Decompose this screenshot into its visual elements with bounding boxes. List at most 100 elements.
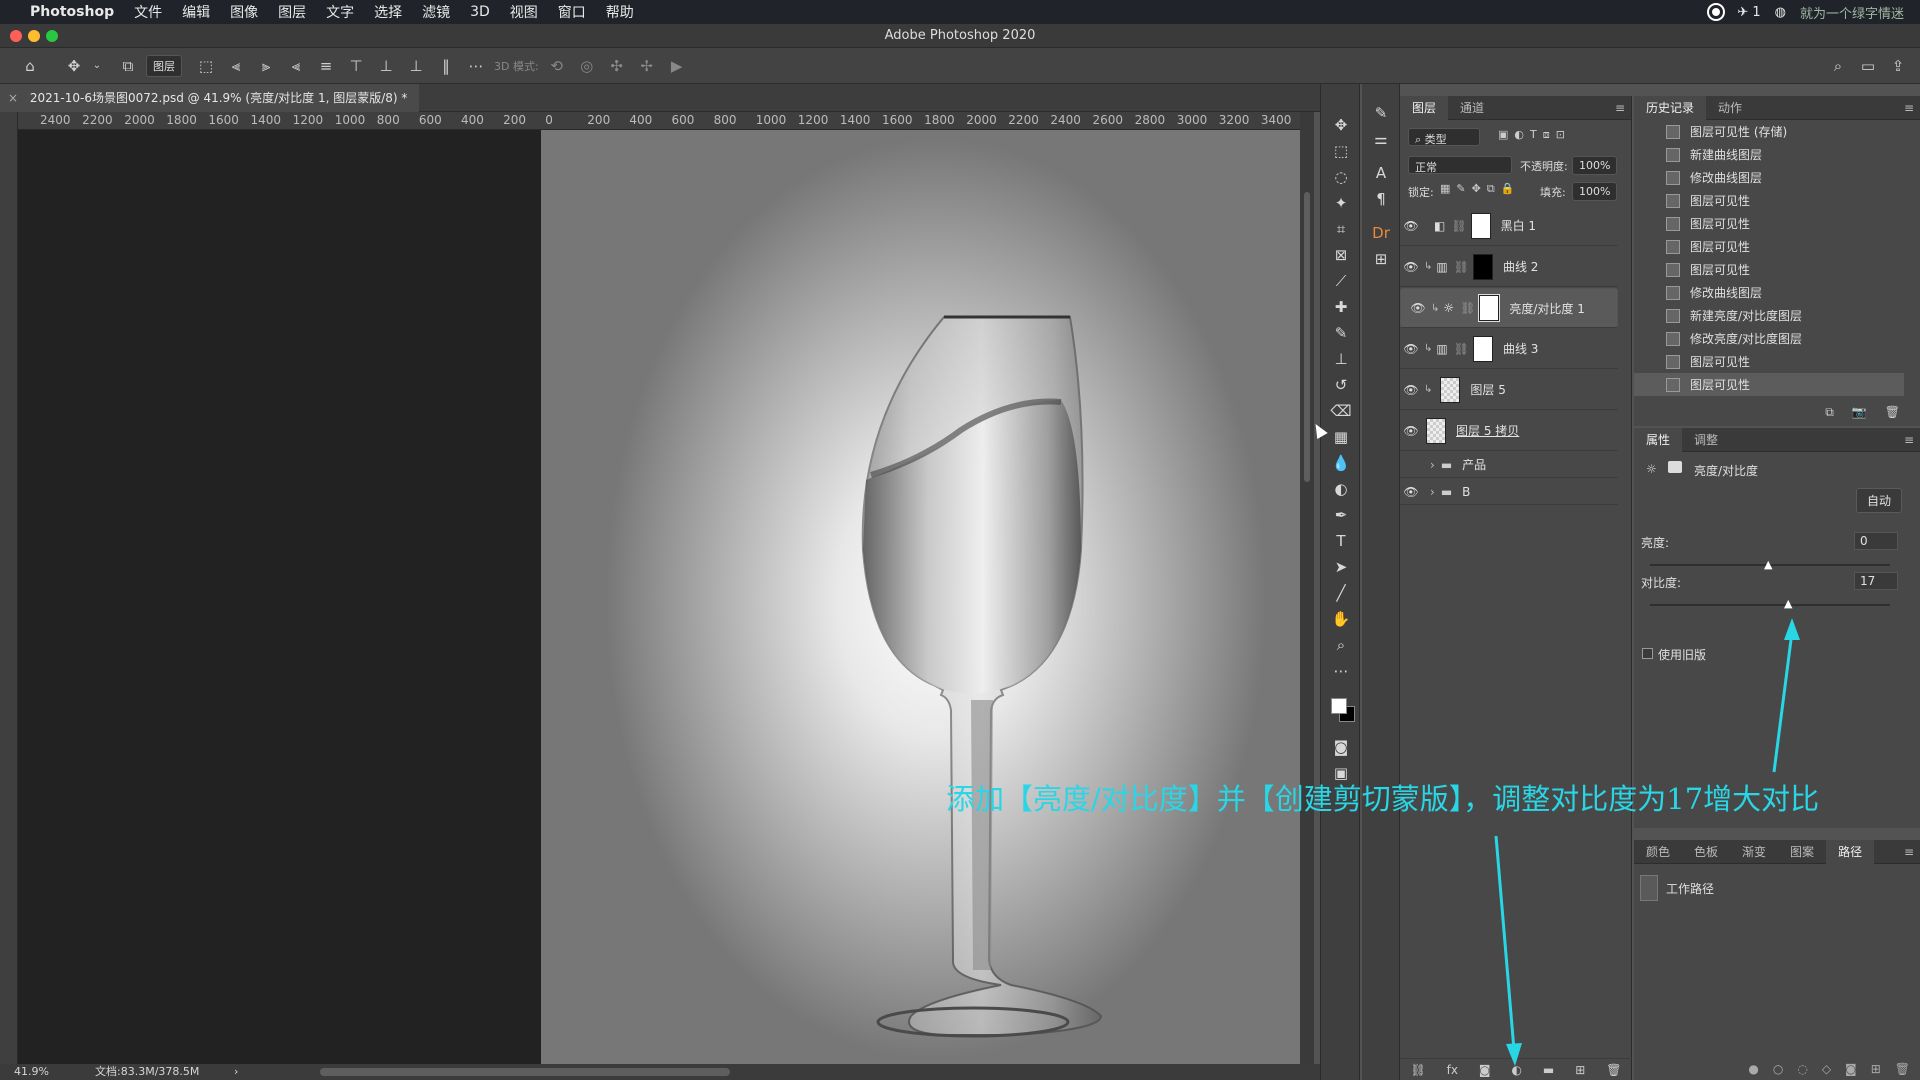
character-icon[interactable]: A (1362, 160, 1400, 186)
layer-mask-thumb[interactable] (1478, 294, 1501, 322)
layer-thumb[interactable] (1426, 417, 1446, 444)
menu-filter[interactable]: 滤镜 (412, 2, 460, 22)
expand-arrow-icon[interactable]: › (1430, 485, 1435, 499)
foreground-color-swatch[interactable] (1331, 698, 1347, 714)
panel-menu-icon[interactable]: ≡ (1904, 101, 1914, 115)
align-right-icon[interactable]: ⫷ (284, 54, 308, 78)
menu-edit[interactable]: 编辑 (172, 2, 220, 22)
libraries-icon[interactable]: ⊞ (1362, 246, 1400, 272)
group-row[interactable]: 👁 › ▬ B (1400, 479, 1618, 505)
blur-tool[interactable]: 💧 (1321, 450, 1361, 476)
brush-presets-icon[interactable]: ⚌ (1362, 126, 1400, 152)
menu-image[interactable]: 图像 (220, 2, 268, 22)
share-icon[interactable]: ⇪ (1886, 54, 1910, 78)
brush-tool[interactable]: ✎ (1321, 320, 1361, 346)
menu-select[interactable]: 选择 (364, 2, 412, 22)
menu-help[interactable]: 帮助 (596, 2, 644, 22)
plugin-icon[interactable]: Dr (1362, 220, 1400, 246)
align-middle-icon[interactable]: ⊥ (374, 54, 398, 78)
opacity-input[interactable]: 100% (1572, 156, 1618, 175)
tab-layers[interactable]: 图层 (1400, 95, 1449, 120)
legacy-checkbox[interactable] (1642, 648, 1653, 659)
status-menu-arrow[interactable]: › (234, 1064, 238, 1080)
eye-icon[interactable]: 👁 (1400, 342, 1422, 356)
vertical-scrollbar[interactable] (1300, 112, 1314, 1068)
zoom-tool[interactable]: ⌕ (1321, 632, 1361, 658)
mask-icon[interactable] (1668, 461, 1682, 473)
quick-mask-icon[interactable]: ◙ (1321, 734, 1361, 760)
hand-tool[interactable]: ✋ (1321, 606, 1361, 632)
fill-path-icon[interactable]: ● (1748, 1062, 1758, 1076)
contrast-slider-track[interactable] (1650, 604, 1890, 606)
tab-gradients[interactable]: 渐变 (1730, 840, 1778, 864)
tab-color[interactable]: 颜色 (1634, 840, 1682, 864)
distribute-icon[interactable]: ≡ (314, 54, 338, 78)
drag-3d-icon[interactable]: ✣ (605, 54, 629, 78)
type-tool[interactable]: T (1321, 528, 1361, 554)
auto-select-icon[interactable]: ⧉ (116, 54, 140, 78)
history-item[interactable]: 图层可见性 (存储) (1634, 120, 1904, 143)
new-document-from-state-icon[interactable]: ⧉ (1825, 405, 1834, 420)
make-work-path-icon[interactable]: ◇ (1822, 1062, 1831, 1076)
align-top-icon[interactable]: ⊤ (344, 54, 368, 78)
horizontal-scrollbar[interactable] (320, 1068, 730, 1076)
align-bottom-icon[interactable]: ⊥ (404, 54, 428, 78)
roll-3d-icon[interactable]: ◎ (575, 54, 599, 78)
layer-row[interactable]: 👁 ↳ 图层 5 (1400, 370, 1618, 410)
more-options-icon[interactable]: ⋯ (464, 54, 488, 78)
blend-mode-dropdown[interactable]: 正常 (1408, 156, 1512, 174)
tab-adjustments[interactable]: 调整 (1682, 428, 1730, 452)
delete-path-icon[interactable]: 🗑 (1895, 1062, 1910, 1076)
history-item[interactable]: 图层可见性 (1634, 235, 1904, 258)
eye-icon[interactable]: 👁 (1400, 424, 1422, 438)
lasso-tool[interactable]: ◌ (1321, 164, 1361, 190)
tab-history[interactable]: 历史记录 (1634, 95, 1707, 120)
frame-tool[interactable]: ⊠ (1321, 242, 1361, 268)
tab-channels[interactable]: 通道 (1448, 96, 1496, 120)
close-tab-icon[interactable]: × (8, 91, 18, 105)
menu-file[interactable]: 文件 (124, 2, 172, 22)
workspace-icon[interactable]: ▭ (1856, 54, 1880, 78)
history-item[interactable]: 修改亮度/对比度图层 (1634, 327, 1904, 350)
layer-row-selected[interactable]: 👁 ↳ ☼ ⛓ 亮度/对比度 1 (1400, 288, 1618, 328)
history-item[interactable]: 新建亮度/对比度图层 (1634, 304, 1904, 327)
brightness-slider-thumb[interactable]: ▲ (1764, 558, 1772, 571)
distribute-h-icon[interactable]: ‖ (434, 54, 458, 78)
slide-3d-icon[interactable]: ✢ (635, 54, 659, 78)
new-layer-icon[interactable]: ⊞ (1575, 1063, 1585, 1077)
filter-icons[interactable]: ▣◐T⧈⊡ (1498, 128, 1571, 142)
menu-3d[interactable]: 3D (460, 4, 500, 20)
history-item-current[interactable]: 图层可见性 (1634, 373, 1904, 396)
tab-patterns[interactable]: 图案 (1778, 840, 1826, 864)
zoom-window-button[interactable] (46, 30, 58, 42)
layer-thumb[interactable] (1440, 376, 1461, 403)
fx-icon[interactable]: fx (1447, 1063, 1458, 1077)
snapshot-icon[interactable]: 📷 (1852, 405, 1867, 420)
close-window-button[interactable] (10, 30, 22, 42)
layer-mask-thumb[interactable] (1470, 212, 1491, 239)
stroke-path-icon[interactable]: ○ (1773, 1062, 1783, 1076)
history-brush-tool[interactable]: ↺ (1321, 372, 1361, 398)
crop-tool[interactable]: ⌗ (1321, 216, 1361, 242)
auto-select-dropdown[interactable]: 图层 (146, 54, 182, 77)
tab-paths[interactable]: 路径 (1826, 839, 1875, 864)
notification-icon[interactable]: ✈ 1 (1737, 5, 1760, 20)
eye-icon[interactable]: 👁 (1400, 383, 1422, 397)
minimize-window-button[interactable] (28, 30, 40, 42)
contrast-slider-thumb[interactable]: ▲ (1784, 597, 1792, 610)
app-menu[interactable]: Photoshop (20, 4, 124, 20)
tab-properties[interactable]: 属性 (1634, 427, 1683, 452)
history-item[interactable]: 图层可见性 (1634, 212, 1904, 235)
group-row[interactable]: › ▬ 产品 (1400, 452, 1618, 478)
healing-brush-tool[interactable]: ✚ (1321, 294, 1361, 320)
history-item[interactable]: 图层可见性 (1634, 258, 1904, 281)
path-row[interactable]: 工作路径 (1634, 872, 1920, 904)
dodge-tool[interactable]: ◐ (1321, 476, 1361, 502)
auto-button[interactable]: 自动 (1855, 488, 1902, 513)
zoom-level[interactable]: 41.9% (14, 1064, 49, 1080)
menu-layer[interactable]: 图层 (268, 2, 316, 22)
brightness-input[interactable]: 0 (1854, 532, 1898, 550)
eye-icon[interactable]: 👁 (1400, 485, 1422, 499)
panel-menu-icon[interactable]: ≡ (1615, 101, 1625, 115)
brush-settings-icon[interactable]: ✎ (1362, 100, 1400, 126)
